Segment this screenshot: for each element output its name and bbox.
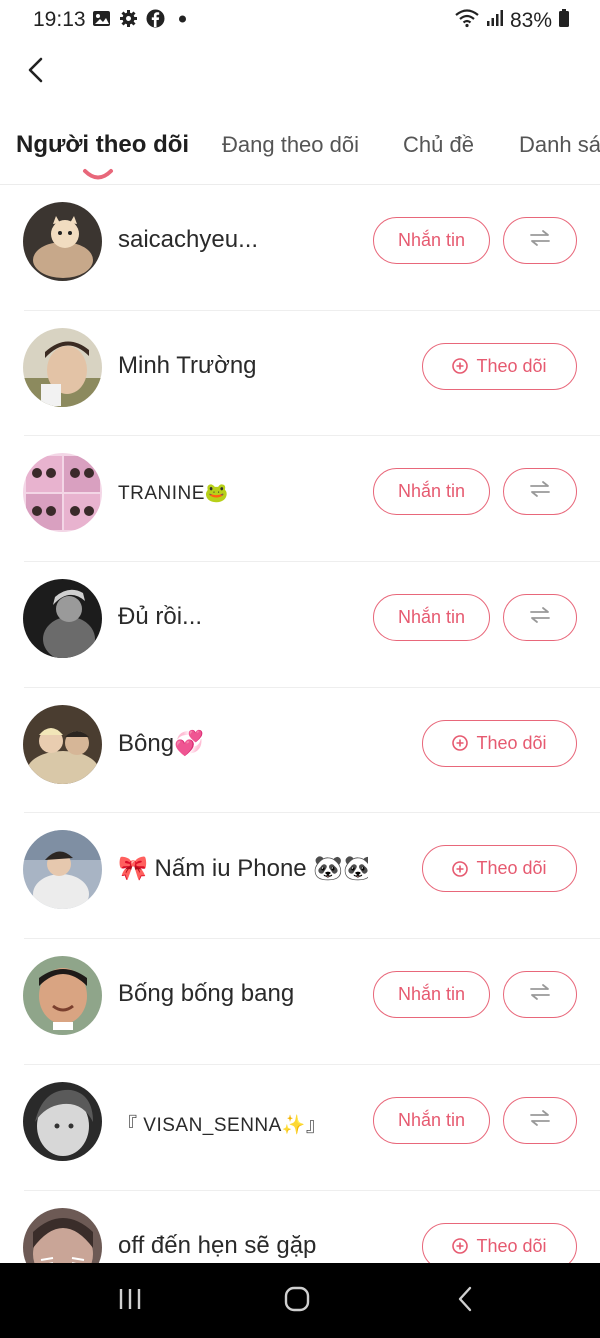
follower-list: saicachyeu... Nhắn tin Minh Trường Theo … [0, 185, 600, 1263]
system-navigation-bar [0, 1263, 600, 1338]
avatar[interactable] [23, 327, 102, 407]
swap-arrows-icon [528, 983, 552, 1006]
battery-icon [558, 8, 570, 34]
user-name[interactable]: Bống bống bang [118, 980, 294, 1008]
tab-lists[interactable]: Danh sác [519, 132, 600, 158]
status-bar: 19:13 83% [0, 0, 600, 40]
unfollow-toggle-button[interactable] [503, 217, 577, 264]
avatar[interactable] [23, 579, 102, 659]
follow-button[interactable]: Theo dõi [422, 845, 577, 893]
message-button[interactable]: Nhắn tin [373, 1096, 490, 1144]
user-row[interactable]: Minh Trường Theo dõi [0, 311, 600, 437]
user-name[interactable]: Minh Trường [118, 352, 257, 380]
avatar[interactable] [23, 704, 102, 784]
battery-percent: 83% [509, 9, 552, 32]
user-row[interactable]: 『 VISAN_SENNA✨』 Nhắn tin [0, 1065, 600, 1191]
follow-button[interactable]: Theo dõi [422, 342, 577, 390]
user-name[interactable]: TRANINE🐸 [118, 481, 229, 505]
user-row[interactable]: Bông💞 Theo dõi [0, 688, 600, 814]
user-row[interactable]: Đủ rồi... Nhắn tin [0, 562, 600, 688]
gallery-icon [92, 9, 111, 28]
message-button[interactable]: Nhắn tin [373, 468, 490, 516]
user-row[interactable]: saicachyeu... Nhắn tin [0, 185, 600, 311]
recent-apps-button[interactable] [110, 1283, 150, 1319]
unfollow-toggle-button[interactable] [503, 971, 577, 1019]
status-notification-icons [92, 9, 192, 28]
back-icon [456, 1285, 476, 1318]
follow-label: Theo dõi [476, 1235, 547, 1256]
user-name[interactable]: 🎀 Nấm iu Phone 🐼🐼 [118, 854, 368, 883]
message-button[interactable]: Nhắn tin [373, 971, 490, 1019]
avatar[interactable] [23, 1081, 102, 1161]
plus-circle-icon [452, 1238, 469, 1254]
avatar[interactable] [23, 453, 102, 533]
tab-following[interactable]: Đang theo dõi [222, 132, 359, 158]
user-row[interactable]: TRANINE🐸 Nhắn tin [0, 436, 600, 563]
recent-apps-icon [116, 1286, 144, 1317]
user-row[interactable]: Bống bống bang Nhắn tin [0, 939, 600, 1065]
user-name[interactable]: Đủ rồi... [118, 603, 202, 631]
swap-arrows-icon [528, 480, 552, 503]
home-icon [283, 1285, 311, 1318]
unfollow-toggle-button[interactable] [503, 594, 577, 642]
avatar[interactable] [23, 956, 102, 1036]
user-row[interactable]: off đến hẹn sẽ gặp Theo dõi [0, 1191, 600, 1263]
follow-label: Theo dõi [476, 355, 547, 376]
dot-icon [173, 9, 192, 28]
message-button[interactable]: Nhắn tin [373, 594, 490, 642]
home-button[interactable] [277, 1283, 317, 1319]
message-button[interactable]: Nhắn tin [373, 217, 490, 264]
status-time: 19:13 [33, 8, 86, 31]
status-system-icons: 83% [454, 8, 570, 34]
unfollow-toggle-button[interactable] [503, 1096, 577, 1144]
active-tab-indicator [82, 168, 114, 182]
avatar[interactable] [23, 830, 102, 910]
swap-arrows-icon [528, 606, 552, 629]
avatar[interactable] [23, 202, 102, 281]
system-back-button[interactable] [446, 1283, 486, 1319]
avatar[interactable] [23, 1207, 102, 1263]
tab-topics[interactable]: Chủ đề [403, 132, 474, 158]
follow-label: Theo dõi [476, 732, 547, 753]
tab-followers[interactable]: Người theo dõi [16, 131, 189, 159]
user-name[interactable]: 『 VISAN_SENNA✨』 [118, 1110, 325, 1137]
swap-arrows-icon [528, 1109, 552, 1132]
plus-circle-icon [452, 861, 469, 877]
follow-button[interactable]: Theo dõi [422, 719, 577, 767]
wifi-icon [454, 8, 480, 34]
back-button[interactable] [18, 54, 54, 90]
plus-circle-icon [452, 735, 469, 752]
user-row[interactable]: 🎀 Nấm iu Phone 🐼🐼 Theo dõi [0, 813, 600, 940]
unfollow-toggle-button[interactable] [503, 468, 577, 516]
follow-label: Theo dõi [476, 858, 547, 879]
user-name[interactable]: Bông💞 [118, 729, 204, 758]
signal-icon [486, 9, 504, 33]
facebook-icon [146, 9, 165, 28]
user-name[interactable]: saicachyeu... [118, 226, 258, 254]
chevron-left-icon [26, 56, 46, 89]
swap-arrows-icon [528, 229, 552, 252]
tab-bar: Người theo dõi Đang theo dõi Chủ đề Danh… [0, 120, 600, 184]
user-name[interactable]: off đến hẹn sẽ gặp [118, 1232, 316, 1260]
plus-circle-icon [452, 358, 469, 374]
follow-button[interactable]: Theo dõi [422, 1222, 577, 1263]
settings-gear-icon [119, 9, 138, 28]
